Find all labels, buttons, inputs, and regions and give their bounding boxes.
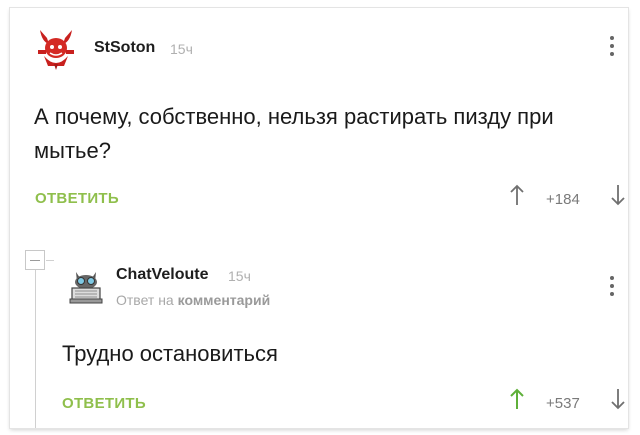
user-avatar[interactable] bbox=[34, 26, 78, 70]
rating-value: +537 bbox=[546, 395, 580, 412]
comment-time: 15ч bbox=[228, 268, 251, 284]
comment-thread: StSoton 15ч А почему, собственно, нельзя… bbox=[10, 8, 628, 428]
upvote-button[interactable] bbox=[510, 388, 524, 410]
collapse-minus-icon bbox=[30, 260, 40, 261]
arrow-up-icon bbox=[510, 184, 524, 205]
reply-to-link[interactable]: комментарий bbox=[178, 292, 271, 308]
reply-button[interactable]: ОТВЕТИТЬ bbox=[62, 395, 146, 412]
downvote-button[interactable] bbox=[611, 184, 625, 206]
user-avatar[interactable] bbox=[66, 266, 106, 306]
collapse-button[interactable] bbox=[25, 250, 45, 270]
reply-button[interactable]: ОТВЕТИТЬ bbox=[35, 190, 119, 207]
reply-to-info: Ответ на комментарий bbox=[116, 292, 270, 308]
comment-author[interactable]: ChatVeloute bbox=[116, 266, 208, 284]
arrow-down-icon bbox=[611, 185, 625, 206]
upvote-button[interactable] bbox=[510, 184, 524, 206]
more-vertical-icon[interactable] bbox=[608, 276, 616, 300]
more-vertical-icon[interactable] bbox=[608, 36, 616, 60]
arrow-up-icon bbox=[510, 388, 524, 409]
comment-author[interactable]: StSoton bbox=[94, 39, 155, 57]
comment-time: 15ч bbox=[170, 41, 193, 57]
downvote-button[interactable] bbox=[611, 388, 625, 410]
thread-connector bbox=[46, 260, 54, 261]
devil-avatar-icon bbox=[38, 30, 74, 70]
rating-value: +184 bbox=[546, 191, 580, 208]
arrow-down-icon bbox=[611, 389, 625, 410]
comment-text: А почему, собственно, нельзя растирать п… bbox=[34, 104, 554, 163]
reply-to-prefix: Ответ на bbox=[116, 292, 174, 308]
cat-laptop-avatar-icon bbox=[69, 272, 103, 304]
comment-text: Трудно остановиться bbox=[62, 341, 278, 366]
thread-line bbox=[35, 270, 36, 428]
